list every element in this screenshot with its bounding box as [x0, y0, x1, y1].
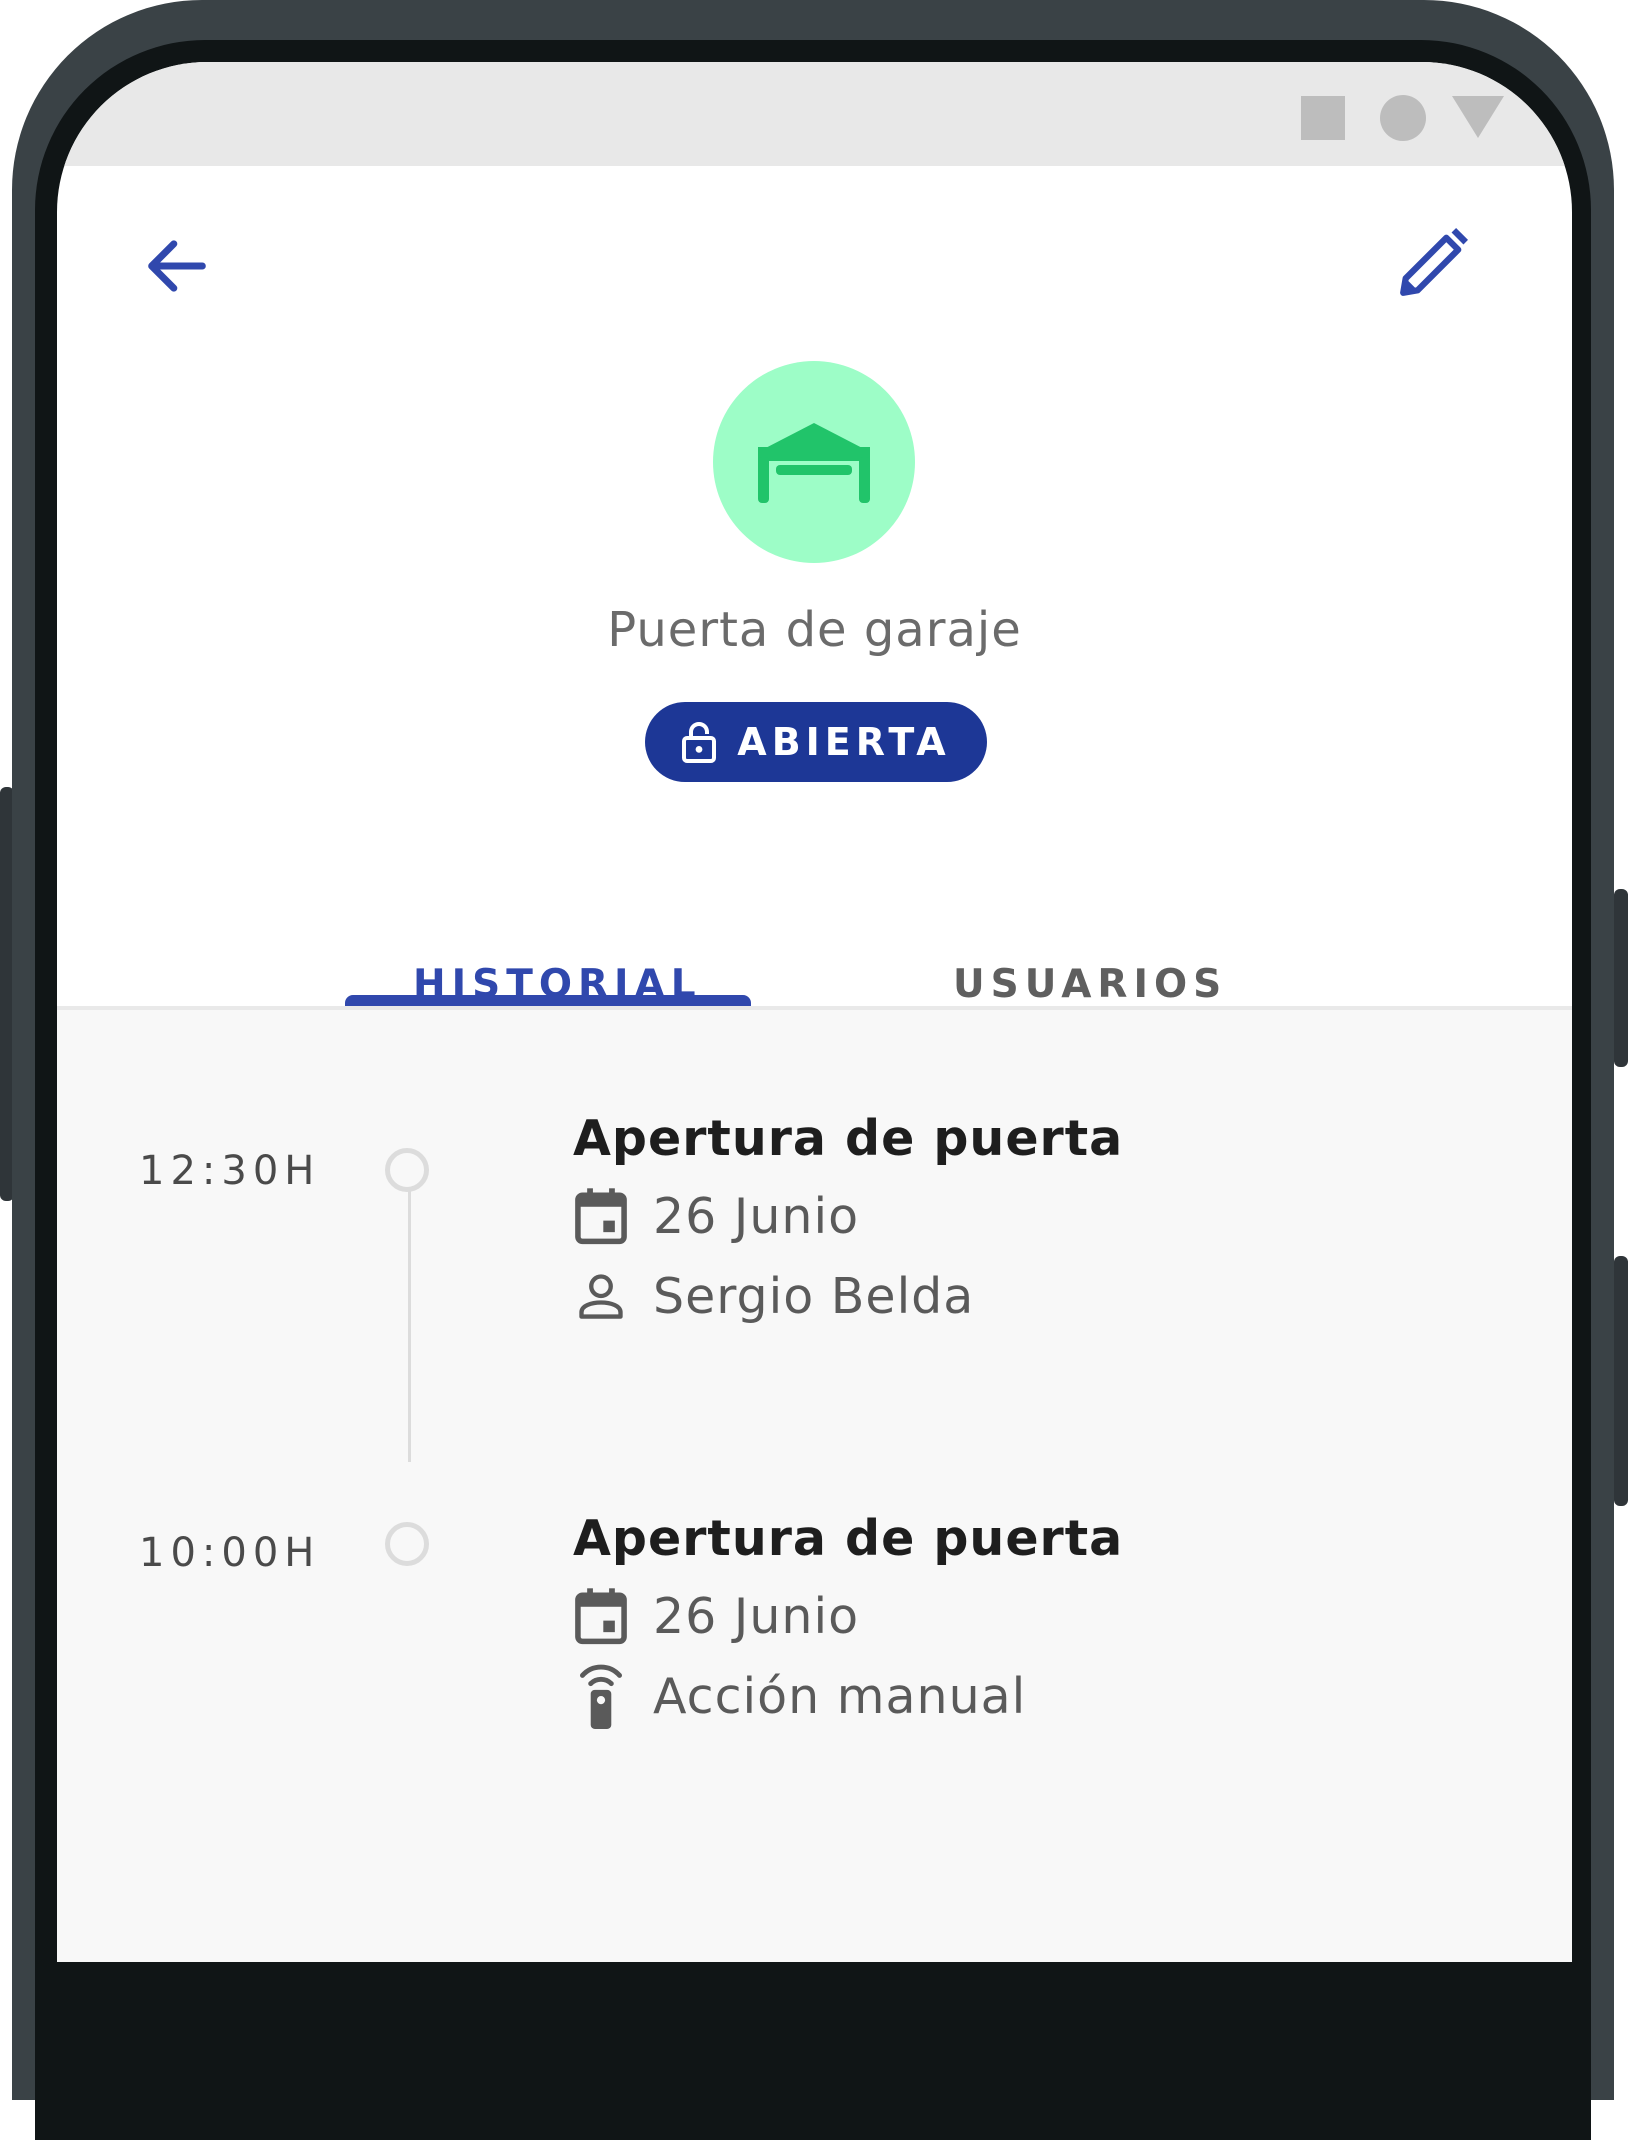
- entry-detail-row: Acción manual: [573, 1664, 1027, 1729]
- phone-side-button-right-top: [1614, 889, 1628, 1067]
- timeline-dot: [385, 1522, 429, 1566]
- entry-date: 26 Junio: [653, 1187, 860, 1245]
- edit-button[interactable]: [1378, 208, 1488, 318]
- calendar-icon: [573, 1184, 629, 1248]
- status-label: ABIERTA: [737, 720, 951, 764]
- arrow-left-icon: [148, 240, 206, 292]
- entry-date: 26 Junio: [653, 1587, 860, 1645]
- pencil-icon: [1400, 228, 1468, 296]
- status-bar: [57, 62, 1572, 166]
- entry-title: Apertura de puerta: [573, 1110, 1124, 1167]
- phone-screen: Puerta de garaje ABIERTA HISTORIAL USUAR…: [57, 62, 1572, 1962]
- history-list: 12:30H Apertura de puerta 26 Junio Sergi…: [57, 1010, 1572, 1962]
- person-icon: [573, 1264, 629, 1328]
- status-badge: ABIERTA: [645, 702, 987, 782]
- device-avatar: [713, 361, 915, 563]
- calendar-icon: [573, 1584, 629, 1648]
- entry-detail: Acción manual: [653, 1667, 1027, 1725]
- tab-usuarios[interactable]: USUARIOS: [953, 962, 1227, 1007]
- recents-nav-icon: [1301, 96, 1345, 140]
- entry-time: 12:30H: [139, 1148, 321, 1194]
- timeline-dot: [385, 1148, 429, 1192]
- entry-time: 10:00H: [139, 1530, 321, 1576]
- signal-icon: [1452, 96, 1504, 138]
- entry-date-row: 26 Junio: [573, 1584, 859, 1648]
- device-name: Puerta de garaje: [607, 602, 1022, 658]
- remote-control-icon: [573, 1664, 629, 1729]
- history-entry[interactable]: 12:30H Apertura de puerta 26 Junio Sergi…: [57, 1110, 1572, 1410]
- entry-date-row: 26 Junio: [573, 1184, 859, 1248]
- entry-detail: Sergio Belda: [653, 1267, 975, 1325]
- garage-icon: [758, 423, 870, 503]
- entry-detail-row: Sergio Belda: [573, 1264, 974, 1328]
- unlocked-padlock-icon: [682, 722, 717, 763]
- back-button[interactable]: [122, 211, 232, 321]
- entry-title: Apertura de puerta: [573, 1510, 1124, 1567]
- home-nav-icon: [1380, 95, 1426, 141]
- phone-side-button-right-bottom: [1614, 1256, 1628, 1506]
- history-entry[interactable]: 10:00H Apertura de puerta 26 Junio Acció…: [57, 1510, 1572, 1810]
